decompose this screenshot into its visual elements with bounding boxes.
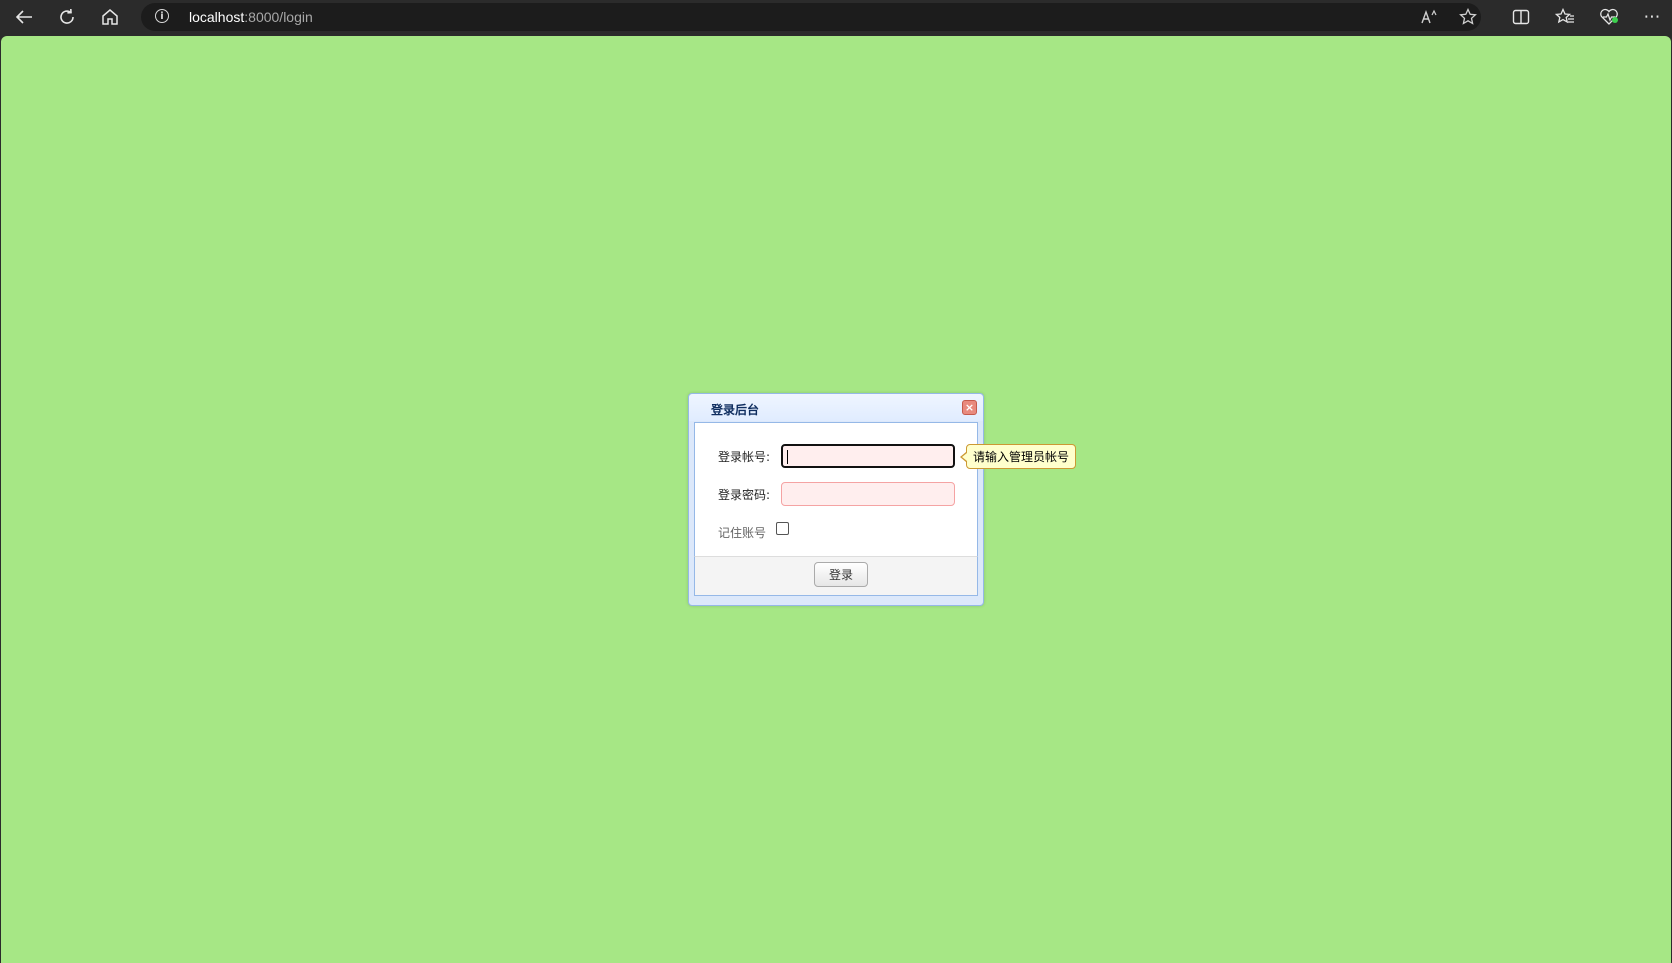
star-svg: [1459, 8, 1477, 25]
back-arrow-svg: [15, 10, 32, 24]
remember-checkbox[interactable]: [776, 522, 789, 535]
tooltip-text: 请输入管理员帐号: [973, 450, 1070, 464]
home-icon[interactable]: [95, 4, 125, 30]
dialog-footer: 登录: [694, 556, 978, 596]
read-aloud-icon[interactable]: [1417, 7, 1441, 27]
dialog-title: 登录后台: [711, 403, 760, 417]
url-host: localhost: [189, 9, 245, 25]
split-screen-icon[interactable]: [1506, 4, 1536, 30]
favorites-svg: [1555, 8, 1574, 24]
address-url[interactable]: localhost:8000/login: [189, 9, 313, 25]
favorite-star-icon[interactable]: [1456, 7, 1480, 27]
validation-tooltip: 请输入管理员帐号: [960, 444, 1077, 469]
back-icon[interactable]: [9, 4, 39, 30]
address-bar[interactable]: i localhost:8000/login: [141, 3, 1481, 31]
text-caret: [787, 450, 788, 464]
more-icon[interactable]: ⋯: [1637, 4, 1667, 30]
refresh-svg: [60, 8, 74, 24]
tooltip-arrow-inner: [962, 453, 967, 461]
more-glyph: ⋯: [1643, 6, 1661, 27]
refresh-icon[interactable]: [52, 4, 82, 30]
favorites-icon[interactable]: [1550, 4, 1580, 30]
account-label: 登录帐号:: [718, 450, 771, 464]
password-input[interactable]: [781, 482, 955, 506]
split-screen-svg: [1512, 9, 1530, 25]
login-button[interactable]: 登录: [814, 562, 868, 587]
read-aloud-svg: [1421, 9, 1437, 24]
browser-essentials-icon[interactable]: [1594, 4, 1624, 30]
dialog-body: 登录帐号: 登录密码: 记住账号: [694, 422, 978, 556]
close-icon[interactable]: ×: [962, 400, 977, 415]
url-path: :8000/login: [244, 9, 313, 25]
remember-label: 记住账号: [718, 526, 767, 540]
dialog-header[interactable]: 登录后台 ×: [689, 394, 983, 421]
browser-toolbar: i localhost:8000/login ⋯: [0, 0, 1672, 34]
site-info-icon[interactable]: i: [155, 9, 169, 23]
home-svg: [102, 9, 118, 25]
account-input[interactable]: [781, 444, 955, 468]
login-dialog: 登录后台 × 登录帐号: 登录密码: 记住账号 登录: [688, 393, 984, 606]
password-label: 登录密码:: [718, 488, 771, 502]
status-badge: [1612, 17, 1618, 23]
